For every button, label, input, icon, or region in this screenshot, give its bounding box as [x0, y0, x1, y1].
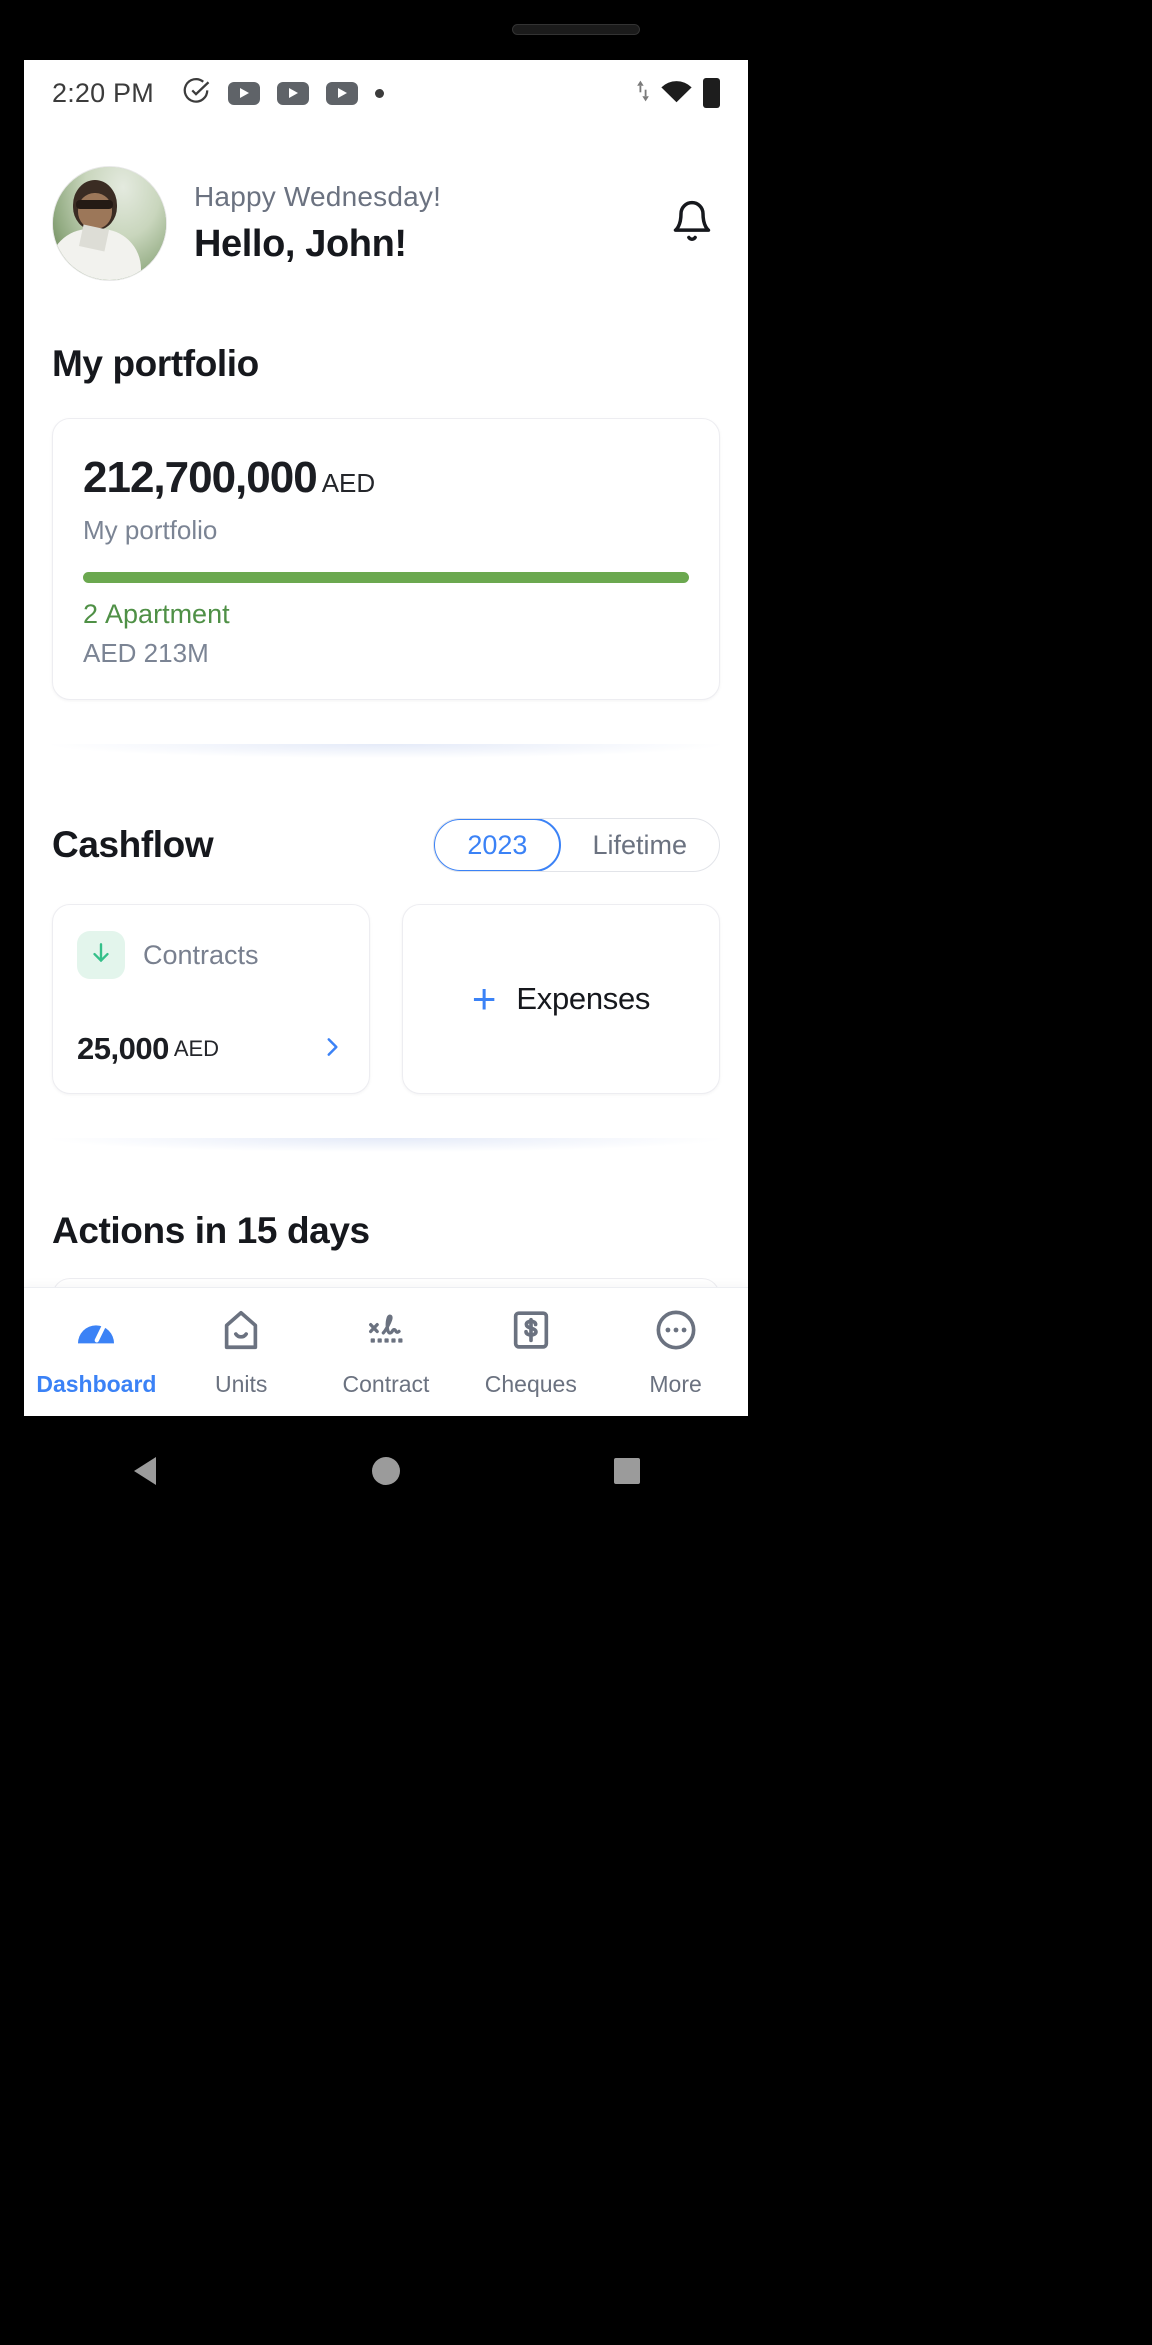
nav-item-units[interactable]: Units: [169, 1307, 314, 1398]
portfolio-card[interactable]: 212,700,000 AED My portfolio 2 Apartment …: [52, 418, 720, 700]
section-divider: [52, 1138, 720, 1152]
cashflow-section-title: Cashflow: [52, 824, 214, 865]
data-transfer-icon: [636, 78, 650, 109]
status-notification-icons: [181, 76, 384, 111]
back-triangle-icon: [133, 1457, 156, 1485]
portfolio-progress-bar: [83, 572, 689, 583]
user-greeting-name: Hello, John!: [194, 223, 407, 265]
speedometer-icon: [73, 1307, 119, 1358]
nav-label-cheques: Cheques: [484, 1370, 577, 1397]
status-bar: 2:20 PM: [24, 60, 748, 126]
expenses-card[interactable]: + Expenses: [402, 904, 720, 1094]
nav-label-more: More: [649, 1370, 702, 1397]
nav-item-cheques[interactable]: Cheques: [458, 1307, 603, 1398]
chevron-right-icon[interactable]: [319, 1034, 345, 1065]
check-circle-icon: [181, 76, 211, 111]
dot-icon: [374, 88, 384, 98]
contracts-currency: AED: [173, 1036, 220, 1061]
period-toggle[interactable]: 2023 Lifetime: [433, 818, 720, 872]
portfolio-legend-type: Apartment: [105, 599, 230, 629]
portfolio-currency: AED: [321, 468, 376, 498]
youtube-icon: [276, 81, 309, 105]
contracts-label: Contracts: [143, 939, 259, 970]
contracts-amount: 25,000: [77, 1031, 169, 1066]
portfolio-legend-value: AED 213M: [83, 638, 209, 668]
portfolio-section-title: My portfolio: [52, 343, 259, 384]
contracts-card-header: Contracts: [77, 931, 345, 979]
avatar[interactable]: [52, 166, 167, 281]
contracts-amount-row: 25,000 AED: [77, 1031, 345, 1067]
expenses-label: Expenses: [516, 981, 651, 1016]
notification-bell-icon: [670, 199, 714, 248]
period-option-lifetime[interactable]: Lifetime: [560, 819, 719, 871]
battery-icon: [703, 78, 720, 108]
actions-section-title: Actions in 15 days: [52, 1210, 370, 1251]
app-header: Happy Wednesday! Hello, John!: [24, 126, 748, 281]
android-recents-button[interactable]: [507, 1458, 748, 1484]
nav-item-dashboard[interactable]: Dashboard: [24, 1307, 169, 1398]
portfolio-subtitle: My portfolio: [83, 515, 218, 545]
status-clock: 2:20 PM: [52, 77, 154, 108]
status-system-icons: [636, 78, 720, 109]
contracts-card[interactable]: Contracts 25,000 AED: [52, 904, 370, 1094]
portfolio-legend-row: 2 Apartment: [83, 599, 689, 630]
device-frame: 2:20 PM Happy Wednesday! Hello, John! My…: [0, 0, 1152, 2345]
nav-item-contract[interactable]: Contract: [314, 1307, 459, 1398]
nav-label-contract: Contract: [342, 1370, 430, 1397]
youtube-icon: [325, 81, 358, 105]
youtube-icon: [227, 81, 260, 105]
bottom-navigation: Dashboard Units Contract Cheques More: [24, 1287, 748, 1416]
cashflow-cards: Contracts 25,000 AED + Expenses: [24, 904, 748, 1094]
android-back-button[interactable]: [24, 1457, 265, 1485]
contracts-icon-box: [77, 931, 125, 979]
dollar-document-icon: [508, 1307, 554, 1358]
portfolio-legend-count: 2: [83, 599, 99, 629]
header-texts: Happy Wednesday! Hello, John!: [194, 181, 441, 266]
greeting-text: Happy Wednesday!: [194, 181, 442, 212]
signature-icon: [363, 1307, 409, 1358]
android-home-button[interactable]: [265, 1457, 506, 1485]
arrow-down-icon: [88, 940, 114, 971]
plus-icon: +: [471, 975, 497, 1022]
nav-label-dashboard: Dashboard: [36, 1370, 157, 1397]
home-icon: [218, 1307, 264, 1358]
section-divider: [52, 744, 720, 758]
portfolio-amount: 212,700,000: [83, 453, 318, 502]
speaker-slot: [512, 24, 640, 35]
portfolio-legend: 2 Apartment AED 213M: [83, 599, 689, 669]
home-circle-icon: [371, 1457, 400, 1485]
wifi-icon: [660, 78, 693, 109]
more-dots-icon: [653, 1307, 699, 1358]
portfolio-amount-row: 212,700,000 AED: [83, 453, 689, 503]
period-option-year[interactable]: 2023: [434, 819, 562, 871]
nav-label-units: Units: [214, 1370, 268, 1397]
android-system-nav: [24, 1416, 748, 1526]
phone-screen: 2:20 PM Happy Wednesday! Hello, John! My…: [24, 60, 748, 1416]
recents-square-icon: [614, 1458, 641, 1484]
nav-item-more[interactable]: More: [603, 1307, 748, 1398]
cashflow-header: Cashflow 2023 Lifetime: [24, 818, 748, 872]
notification-bell-button[interactable]: [664, 196, 720, 252]
